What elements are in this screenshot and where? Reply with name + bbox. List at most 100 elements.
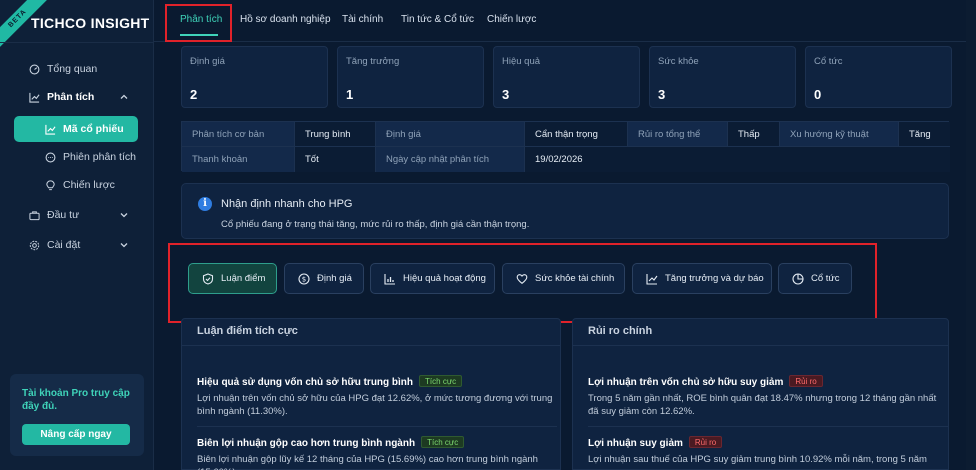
table-key: Định giá [376, 122, 525, 147]
heart-icon [515, 272, 528, 285]
upgrade-button[interactable]: Nâng cấp ngay [22, 424, 130, 445]
subtab-label: Luận điểm [221, 273, 266, 284]
positives-panel: Luận điểm tích cực Hiệu quả sử dụng vốn … [181, 318, 561, 470]
gear-icon [28, 239, 40, 251]
score-card-efficiency: Hiệu quả 3 [493, 46, 640, 108]
sidebar-item-stock-code[interactable]: Mã cổ phiếu [14, 116, 138, 142]
table-key: Xu hướng kỹ thuật [780, 122, 899, 147]
subtab-valuation[interactable]: $ Định giá [284, 263, 364, 294]
table-value: Trung bình [295, 122, 376, 147]
tab-finance[interactable]: Tài chính [342, 14, 383, 25]
risk-item-desc: Trong 5 năm gần nhất, ROE bình quân đạt … [588, 393, 937, 417]
chevron-down-icon [120, 240, 128, 252]
sidebar-item-label: Chiến lược [63, 179, 115, 191]
score-value: 0 [814, 87, 822, 102]
quick-description: Cổ phiếu đang ở trạng thái tăng, mức rủi… [221, 219, 530, 230]
table-value: Thấp [728, 122, 780, 147]
sidebar-item-strategy[interactable]: Chiến lược [14, 172, 138, 198]
risk-badge: Rủi ro [789, 375, 823, 387]
positive-item-title: Hiệu quả sử dụng vốn chủ sở hữu trung bì… [197, 375, 463, 388]
shield-icon [201, 272, 214, 285]
tab-strategy[interactable]: Chiến lược [487, 14, 536, 25]
table-key: Ngày cập nhật phân tích [376, 147, 525, 172]
table-key: Phân tích cơ bản [182, 122, 295, 147]
subtab-thesis[interactable]: Luận điểm [188, 263, 277, 294]
risks-panel: Rủi ro chính Lợi nhuận trên vốn chủ sở h… [572, 318, 949, 470]
positive-item-desc: Lợi nhuận trên vốn chủ sở hữu của HPG đạ… [197, 393, 553, 417]
risk-item-title: Lợi nhuận trên vốn chủ sở hữu suy giảm Rủ… [588, 375, 823, 388]
score-label: Sức khỏe [658, 56, 699, 67]
subtab-label: Sức khỏe tài chính [535, 273, 615, 284]
quick-title: Nhận định nhanh cho HPG [221, 198, 353, 210]
tab-analysis[interactable]: Phân tích [180, 14, 222, 25]
positive-item-desc: Biên lợi nhuận gộp lũy kế 12 tháng của H… [197, 454, 538, 470]
subtab-growth-forecast[interactable]: Tăng trưởng và dự báo [632, 263, 772, 294]
positive-badge: Tích cực [421, 436, 465, 448]
info-icon: i [198, 197, 212, 211]
sidebar-item-sessions[interactable]: Phiên phân tích [14, 144, 138, 170]
info-table: Phân tích cơ bản Trung bình Định giá Cẩn… [181, 121, 950, 172]
score-card-health: Sức khỏe 3 [649, 46, 796, 108]
sidebar-item-label: Mã cổ phiếu [63, 123, 124, 135]
sidebar-item-label: Đầu tư [47, 209, 80, 221]
page-scrollbar[interactable] [966, 0, 976, 470]
subtab-label: Cổ tức [811, 273, 840, 284]
chat-icon [44, 151, 56, 163]
risk-item-title: Lợi nhuận suy giảm Rủi ro [588, 436, 723, 449]
brand-logo[interactable]: TICHCO INSIGHT [31, 15, 150, 31]
sidebar: BETA TICHCO INSIGHT Tổng quan Phân tích … [0, 0, 154, 470]
table-key: Rủi ro tổng thể [628, 122, 728, 147]
score-label: Cổ tức [814, 56, 843, 67]
divider [573, 345, 948, 346]
sidebar-item-analysis[interactable]: Phân tích [14, 84, 138, 110]
divider [197, 426, 557, 427]
table-value: Cẩn thận trọng [525, 122, 628, 147]
pro-upgrade-box: Tài khoản Pro truy cập đầy đủ. Nâng cấp … [10, 374, 144, 456]
briefcase-icon [28, 209, 40, 221]
score-card-dividend: Cổ tức 0 [805, 46, 952, 108]
svg-text:$: $ [301, 275, 305, 283]
chevron-up-icon [120, 92, 128, 104]
bar-chart-icon [383, 272, 396, 285]
table-value: 19/02/2026 [525, 147, 950, 172]
item-title-text: Hiệu quả sử dụng vốn chủ sở hữu trung bì… [197, 377, 414, 388]
table-value: Tăng [899, 122, 950, 147]
subtab-label: Tăng trưởng và dự báo [665, 273, 764, 284]
sidebar-item-invest[interactable]: Đầu tư [14, 202, 138, 228]
score-label: Định giá [190, 56, 225, 67]
dollar-icon: $ [297, 272, 310, 285]
gauge-icon [28, 63, 40, 75]
panel-title: Luận điểm tích cực [197, 325, 298, 337]
subtab-label: Hiệu quả hoạt động [403, 273, 486, 284]
divider [182, 345, 560, 346]
subtab-operating-efficiency[interactable]: Hiệu quả hoạt động [370, 263, 495, 294]
chevron-down-icon [120, 210, 128, 222]
subtab-financial-health[interactable]: Sức khỏe tài chính [502, 263, 625, 294]
divider [588, 426, 948, 427]
positive-item-title: Biên lợi nhuận gộp cao hơn trung bình ng… [197, 436, 465, 449]
quick-assessment: i Nhận định nhanh cho HPG Cổ phiếu đang … [181, 183, 949, 239]
subtab-dividend[interactable]: Cổ tức [778, 263, 852, 294]
score-label: Tăng trưởng [346, 56, 400, 67]
item-title-text: Biên lợi nhuận gộp cao hơn trung bình ng… [197, 438, 416, 449]
score-label: Hiệu quả [502, 56, 541, 67]
risk-item-desc: Lợi nhuận sau thuế của HPG suy giảm trun… [588, 454, 927, 470]
tab-news-dividend[interactable]: Tin tức & Cổ tức [401, 14, 474, 25]
tab-underline [180, 34, 218, 36]
chart-line-icon [645, 272, 658, 285]
pro-title: Tài khoản Pro truy cập đầy đủ. [22, 388, 130, 412]
score-value: 2 [190, 87, 198, 102]
sidebar-item-label: Tổng quan [47, 63, 98, 75]
pie-chart-icon [791, 272, 804, 285]
sidebar-item-label: Phân tích [47, 91, 95, 103]
item-title-text: Lợi nhuận trên vốn chủ sở hữu suy giảm [588, 377, 784, 388]
subtab-label: Định giá [317, 273, 352, 284]
score-value: 1 [346, 87, 354, 102]
sidebar-item-label: Phiên phân tích [63, 151, 136, 163]
sidebar-item-overview[interactable]: Tổng quan [14, 56, 138, 82]
tab-company-profile[interactable]: Hồ sơ doanh nghiệp [240, 14, 331, 25]
score-value: 3 [502, 87, 510, 102]
sidebar-item-label: Cài đặt [47, 239, 81, 251]
risk-badge: Rủi ro [688, 436, 723, 448]
sidebar-item-settings[interactable]: Cài đặt [14, 232, 138, 258]
